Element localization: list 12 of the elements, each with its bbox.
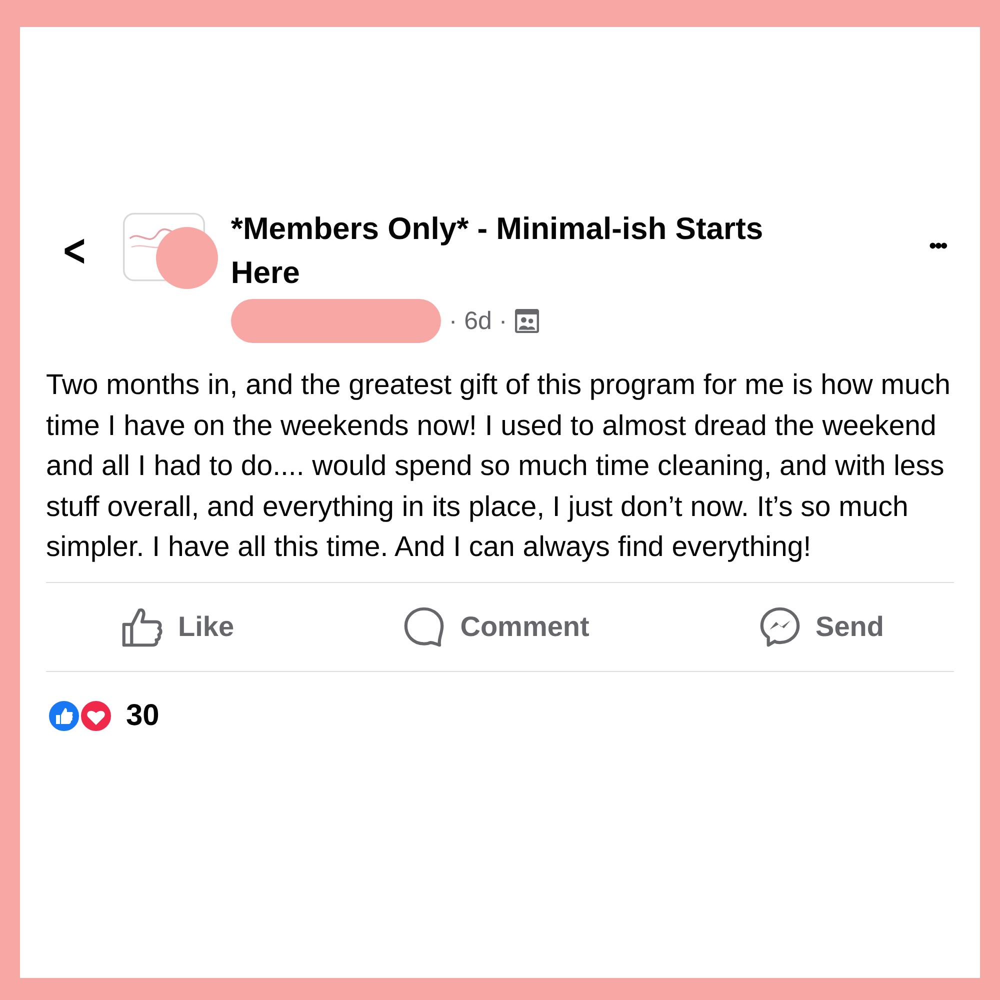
comment-button[interactable]: Comment: [402, 600, 590, 652]
more-button[interactable]: •••: [928, 233, 946, 259]
reaction-count[interactable]: 30: [126, 698, 160, 732]
group-title[interactable]: *Members Only* - Minimal-ish Starts Here: [230, 207, 831, 295]
messenger-icon: [758, 604, 802, 648]
group-audience-icon: [515, 309, 540, 333]
back-button[interactable]: <: [62, 229, 88, 273]
send-button[interactable]: Send: [758, 600, 884, 652]
speech-bubble-icon: [402, 604, 446, 648]
post-text: Two months in, and the greatest gift of this program for me is how much time I have on the weekends now! I used to almost dread the weekend and all I had to do.... would spend so much time cleaning, and with less stuff overall, and everything in its place, I just don’t now. It’s so much simpler. I have all this time. And I can always find everything!: [46, 368, 952, 565]
like-button[interactable]: Like: [120, 600, 234, 652]
post-time: · 6d ·: [448, 306, 508, 336]
